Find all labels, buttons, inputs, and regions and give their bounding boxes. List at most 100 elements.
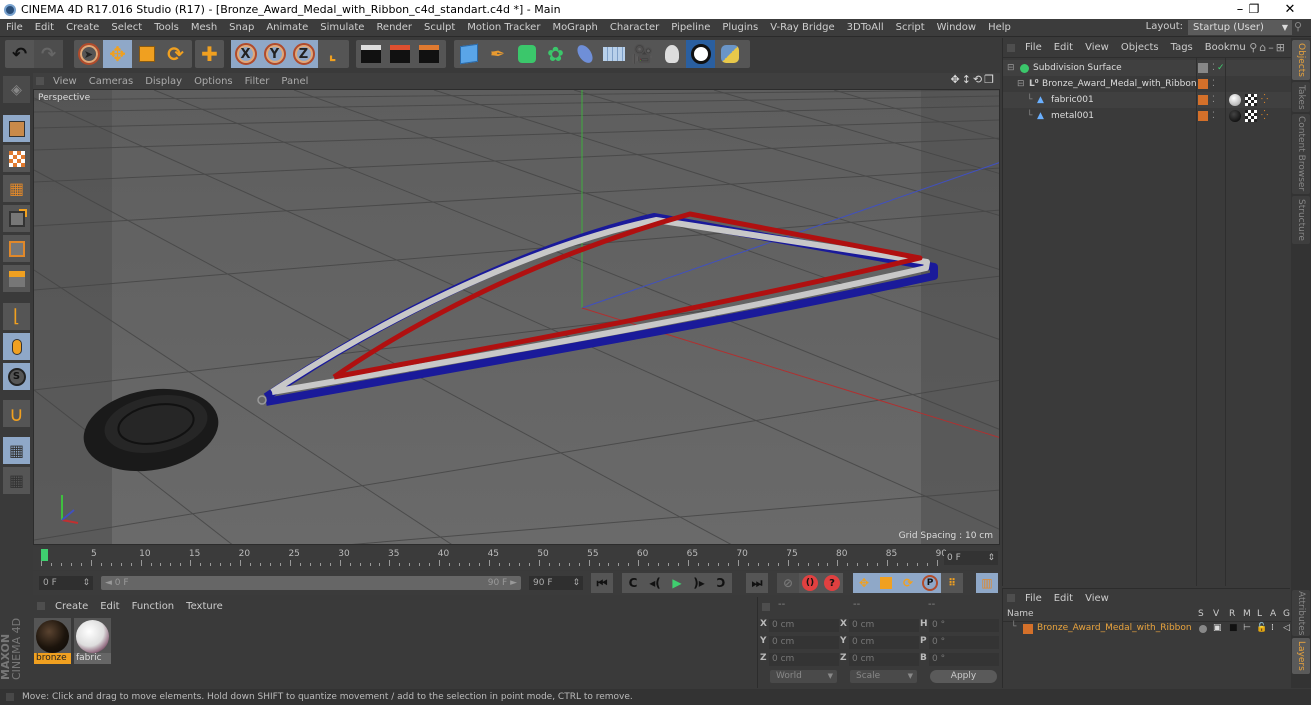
layer-menu-file[interactable]: File [1019,593,1048,604]
tab-layers[interactable]: Layers [1292,638,1310,674]
camera-button[interactable]: 🎥 [628,40,657,68]
panel-grip-icon[interactable] [37,602,45,610]
object-menu-edit[interactable]: Edit [1048,42,1079,53]
zoom-view-icon[interactable]: ↕ [962,73,973,86]
menu-edit[interactable]: Edit [29,22,60,33]
current-frame-field[interactable]: 0 F ⇕ [944,551,998,565]
object-row-metal001[interactable]: └ ▲ metal001 ⁚ ⁛ [1003,108,1291,124]
key-parameter-button[interactable]: P [919,573,941,593]
3d-viewport[interactable]: Perspective Grid Spacing : 10 cm [33,89,1000,545]
material-menu-function[interactable]: Function [126,601,181,612]
rotation-h-field[interactable]: 0 ° [929,619,999,632]
menu-mesh[interactable]: Mesh [185,22,223,33]
menu-animate[interactable]: Animate [260,22,314,33]
play-button[interactable]: ▶ [666,573,688,593]
menu-sculpt[interactable]: Sculpt [418,22,461,33]
solo-mode-button[interactable]: S [3,363,30,390]
vray-button[interactable] [686,40,715,68]
render-view-button[interactable] [356,40,385,68]
size-mode-select[interactable]: Scale ▼ [850,670,917,683]
key-rotation-button[interactable]: ⟳ [897,573,919,593]
generators-column-header[interactable]: G [1283,609,1290,619]
size-x-field[interactable]: 0 cm [849,619,919,632]
y-axis-lock-button[interactable]: Y [260,40,289,68]
locked-column-header[interactable]: L [1257,609,1262,619]
menu-snap[interactable]: Snap [223,22,260,33]
timeline-window-button[interactable]: ▥ [976,573,998,593]
panel-grip-icon[interactable] [1007,43,1015,52]
python-button[interactable] [715,40,744,68]
record-keys-button[interactable]: ⊘ [777,573,799,593]
preview-range-slider[interactable]: ◄ 0 F 90 F ► [101,576,521,590]
viewport-menu-filter[interactable]: Filter [239,76,276,87]
floor-button[interactable] [599,40,628,68]
timeline-ruler[interactable]: 051015202530354045505560657075808590 0 F… [33,547,1000,570]
viewport-menu-options[interactable]: Options [188,76,239,87]
menu-render[interactable]: Render [370,22,418,33]
stepper-icon[interactable]: ⇕ [987,551,995,565]
manager-column-header[interactable]: M [1243,609,1251,619]
viewport-menu-cameras[interactable]: Cameras [83,76,139,87]
previous-key-button[interactable]: C [622,573,644,593]
layer-swatch[interactable] [1198,95,1208,105]
search-icon[interactable]: ⚲ [1249,41,1259,54]
enabled-check-icon[interactable]: ✓ [1217,60,1225,76]
move-tool-button[interactable]: ✥ [103,40,132,68]
object-row-fabric001[interactable]: └ ▲ fabric001 ⁚ ⁛ [1003,92,1291,108]
menu-motion-tracker[interactable]: Motion Tracker [461,22,546,33]
menu-file[interactable]: File [0,22,29,33]
menu-script[interactable]: Script [890,22,931,33]
light-button[interactable] [657,40,686,68]
uvw-tag-icon[interactable]: ⁛ [1261,108,1268,124]
render-column-header[interactable]: R [1229,609,1235,619]
material-menu-texture[interactable]: Texture [180,601,229,612]
cube-button[interactable] [454,40,483,68]
keyframe-selection-button[interactable]: ? [821,573,843,593]
subdivision-surface-button[interactable] [512,40,541,68]
name-column-header[interactable]: Name [1007,609,1034,619]
cloner-button[interactable]: ✿ [541,40,570,68]
tab-content-browser[interactable]: Content Browser [1292,114,1310,194]
min-time-field[interactable]: 0 F ⇕ [39,576,93,590]
menu-create[interactable]: Create [60,22,105,33]
max-time-field[interactable]: 90 F ⇕ [529,576,583,590]
viewport-menu-display[interactable]: Display [139,76,188,87]
animation-toggle-icon[interactable]: ⁞ [1271,623,1274,633]
menu-window[interactable]: Window [931,22,982,33]
visibility-dots-icon[interactable]: ⁚ [1212,92,1215,108]
z-axis-lock-button[interactable]: Z [289,40,318,68]
texture-mode-button[interactable] [3,145,30,172]
move-view-icon[interactable]: ✥ [950,73,961,86]
layer-swatch[interactable] [1198,79,1208,89]
go-to-end-button[interactable]: ⏭ [746,573,768,593]
tab-structure[interactable]: Structure [1292,196,1310,244]
animation-column-header[interactable]: A [1270,609,1276,619]
menu-3dtoall[interactable]: 3DToAll [841,22,890,33]
menu-tools[interactable]: Tools [148,22,185,33]
stepper-icon[interactable]: ⇕ [572,576,580,590]
position-z-field[interactable]: 0 cm [769,653,839,666]
object-menu-tags[interactable]: Tags [1165,42,1199,53]
menu-vray-bridge[interactable]: V-Ray Bridge [764,22,840,33]
panel-grip-icon[interactable] [1007,594,1015,602]
tree-collapse-icon[interactable]: ⊟ [1007,60,1015,76]
rotation-b-field[interactable]: 0 ° [929,653,999,666]
key-scale-button[interactable] [875,573,897,593]
redo-button[interactable]: ↷ [34,40,63,68]
object-row-subdivision-surface[interactable]: ⊟ Subdivision Surface ⁚ ✓ [1003,60,1291,76]
coordinate-mode-select[interactable]: World ▼ [770,670,837,683]
key-pla-button[interactable]: ⠿ [941,573,963,593]
solo-column-header[interactable]: S [1198,609,1204,619]
next-key-button[interactable]: Ↄ [710,573,732,593]
material-menu-edit[interactable]: Edit [94,601,125,612]
maximize-view-icon[interactable]: ❐ [984,73,996,86]
menu-help[interactable]: Help [982,22,1017,33]
visibility-dots-icon[interactable]: ⁚ [1212,108,1215,124]
layer-menu-edit[interactable]: Edit [1048,593,1079,604]
object-menu-view[interactable]: View [1079,42,1115,53]
viewport-menu-view[interactable]: View [47,76,83,87]
panel-grip-icon[interactable] [762,603,770,611]
new-panel-icon[interactable]: ⊞ [1276,41,1287,54]
menu-plugins[interactable]: Plugins [716,22,764,33]
timeline-ticks[interactable]: 051015202530354045505560657075808590 [41,547,947,570]
